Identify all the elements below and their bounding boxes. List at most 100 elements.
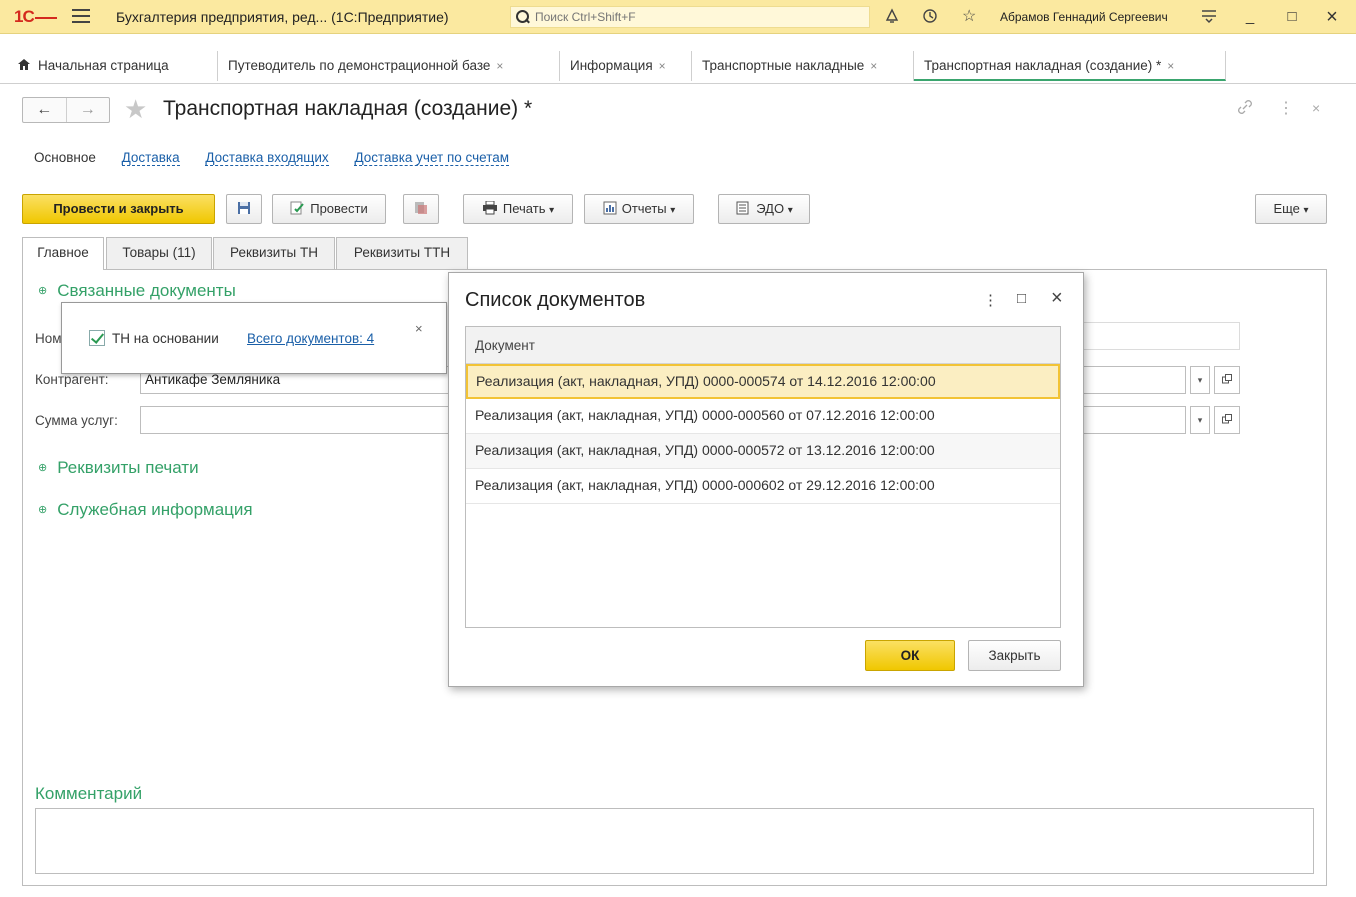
linked-docs-popup: ТН на основании Всего документов: 4 ×: [61, 302, 447, 374]
section-nav: Основное Доставка Доставка входящих Дост…: [34, 150, 531, 166]
app-logo: 1С: [14, 7, 57, 27]
maximize-button[interactable]: □: [1280, 6, 1304, 28]
expand-icon: ⊕: [38, 504, 48, 516]
post-icon: [290, 197, 304, 225]
dialog-maximize-icon[interactable]: □: [1017, 290, 1026, 307]
document-list-dialog: Список документов ⋮ □ × Документ Реализа…: [448, 272, 1084, 687]
edo-icon: [735, 197, 751, 225]
reports-button[interactable]: Отчеты ▾: [584, 194, 694, 224]
counterparty-open-button[interactable]: [1214, 366, 1240, 394]
post-and-close-button[interactable]: Провести и закрыть: [22, 194, 215, 224]
comment-label: Комментарий: [35, 784, 143, 803]
tab-info[interactable]: Информация ×: [560, 51, 692, 81]
section-delivery-incoming[interactable]: Доставка входящих: [205, 150, 329, 166]
tab-waybill-create[interactable]: Транспортная накладная (создание) * ×: [914, 51, 1226, 81]
tab-goods[interactable]: Товары (11): [106, 237, 212, 269]
open-icon: [1222, 374, 1232, 384]
dialog-title: Список документов: [465, 289, 646, 311]
counterparty-dropdown-button[interactable]: ▾: [1190, 366, 1210, 394]
table-row[interactable]: Реализация (акт, накладная, УПД) 0000-00…: [466, 399, 1060, 434]
tab-home[interactable]: Начальная страница: [8, 51, 218, 81]
service-sum-label: Сумма услуг:: [35, 413, 118, 428]
service-sum-field[interactable]: [140, 406, 450, 434]
service-sum-field-tail[interactable]: [1078, 406, 1186, 434]
popup-close-icon[interactable]: ×: [415, 321, 423, 336]
group-linked-documents[interactable]: ⊕ Связанные документы: [38, 281, 236, 301]
section-delivery-accounts[interactable]: Доставка учет по счетам: [354, 150, 510, 166]
ok-button[interactable]: ОК: [865, 640, 955, 671]
edo-button[interactable]: ЭДО ▾: [718, 194, 810, 224]
user-name[interactable]: Абрамов Геннадий Сергеевич: [1000, 10, 1168, 24]
counterparty-label: Контрагент:: [35, 372, 109, 387]
tab-tn-details[interactable]: Реквизиты ТН: [213, 237, 335, 269]
form-more-icon[interactable]: ⋮: [1278, 98, 1294, 118]
back-button[interactable]: ←: [23, 98, 67, 122]
dialog-more-icon[interactable]: ⋮: [983, 291, 998, 309]
column-header-document[interactable]: Документ: [466, 327, 1060, 364]
table-row[interactable]: Реализация (акт, накладная, УПД) 0000-00…: [466, 364, 1060, 399]
printer-icon: [482, 197, 498, 225]
based-on-checkbox[interactable]: [89, 330, 105, 346]
minimize-button[interactable]: _: [1238, 6, 1262, 28]
chevron-down-icon: ▾: [787, 205, 793, 216]
forward-button[interactable]: →: [67, 98, 110, 122]
search-icon: [515, 9, 531, 25]
number-field-tail[interactable]: [1078, 322, 1240, 350]
expand-icon: ⊕: [38, 285, 48, 297]
search-input[interactable]: [531, 9, 851, 25]
close-window-button[interactable]: ×: [1320, 6, 1344, 28]
section-delivery[interactable]: Доставка: [121, 150, 180, 166]
search-box[interactable]: [510, 6, 870, 28]
section-main[interactable]: Основное: [34, 150, 96, 165]
favorite-star-icon[interactable]: ★: [124, 96, 147, 122]
based-on-label: ТН на основании: [112, 331, 219, 346]
app-title: Бухгалтерия предприятия, ред... (1С:Пред…: [116, 9, 449, 25]
home-icon: [18, 51, 30, 81]
table-row[interactable]: Реализация (акт, накладная, УПД) 0000-00…: [466, 434, 1060, 469]
close-button[interactable]: Закрыть: [968, 640, 1061, 671]
tab-ttn-details[interactable]: Реквизиты ТТН: [336, 237, 468, 269]
table-row[interactable]: Реализация (акт, накладная, УПД) 0000-00…: [466, 469, 1060, 504]
favorites-icon[interactable]: ☆: [962, 8, 976, 26]
report-icon: [603, 197, 617, 225]
document-list[interactable]: Документ Реализация (акт, накладная, УПД…: [465, 326, 1061, 628]
settings-menu-icon[interactable]: [1200, 8, 1218, 29]
sum-open-button[interactable]: [1214, 406, 1240, 434]
print-button[interactable]: Печать ▾: [463, 194, 573, 224]
tab-close-icon[interactable]: ×: [870, 59, 877, 73]
tab-waybills[interactable]: Транспортные накладные ×: [692, 51, 914, 81]
open-tabs-strip: Начальная страница Путеводитель по демон…: [0, 48, 1356, 84]
history-nav: ← →: [22, 97, 110, 123]
main-menu-icon[interactable]: [72, 9, 90, 23]
dialog-close-icon[interactable]: ×: [1051, 287, 1063, 310]
tab-close-icon[interactable]: ×: [659, 59, 666, 73]
copy-icon: [415, 202, 427, 214]
link-icon[interactable]: [1236, 98, 1254, 121]
tab-close-icon[interactable]: ×: [1167, 59, 1174, 73]
total-documents-link[interactable]: Всего документов: 4: [247, 331, 374, 346]
sum-dropdown-button[interactable]: ▾: [1190, 406, 1210, 434]
save-icon: [238, 202, 250, 214]
chevron-down-icon: ▾: [549, 205, 555, 216]
form-close-icon[interactable]: ×: [1312, 100, 1320, 116]
copy-button[interactable]: [403, 194, 439, 224]
group-service-info[interactable]: ⊕ Служебная информация: [38, 500, 253, 520]
expand-icon: ⊕: [38, 462, 48, 474]
more-button[interactable]: Еще ▾: [1255, 194, 1327, 224]
page-title: Транспортная накладная (создание) *: [163, 97, 533, 120]
title-bar: 1С Бухгалтерия предприятия, ред... (1С:П…: [0, 0, 1356, 34]
comment-textarea[interactable]: [35, 808, 1314, 874]
chevron-down-icon: ▾: [670, 205, 676, 216]
history-icon[interactable]: [922, 8, 938, 29]
post-button[interactable]: Провести: [272, 194, 386, 224]
number-label: Ном: [35, 331, 62, 346]
tab-close-icon[interactable]: ×: [496, 59, 503, 73]
open-icon: [1222, 414, 1232, 424]
counterparty-field-tail[interactable]: [1078, 366, 1186, 394]
save-button[interactable]: [226, 194, 262, 224]
tab-guide[interactable]: Путеводитель по демонстрационной базе ×: [218, 51, 560, 81]
notifications-icon[interactable]: [884, 8, 900, 29]
tab-main[interactable]: Главное: [22, 237, 104, 270]
chevron-down-icon: ▾: [1303, 205, 1309, 216]
group-print-details[interactable]: ⊕ Реквизиты печати: [38, 458, 199, 478]
